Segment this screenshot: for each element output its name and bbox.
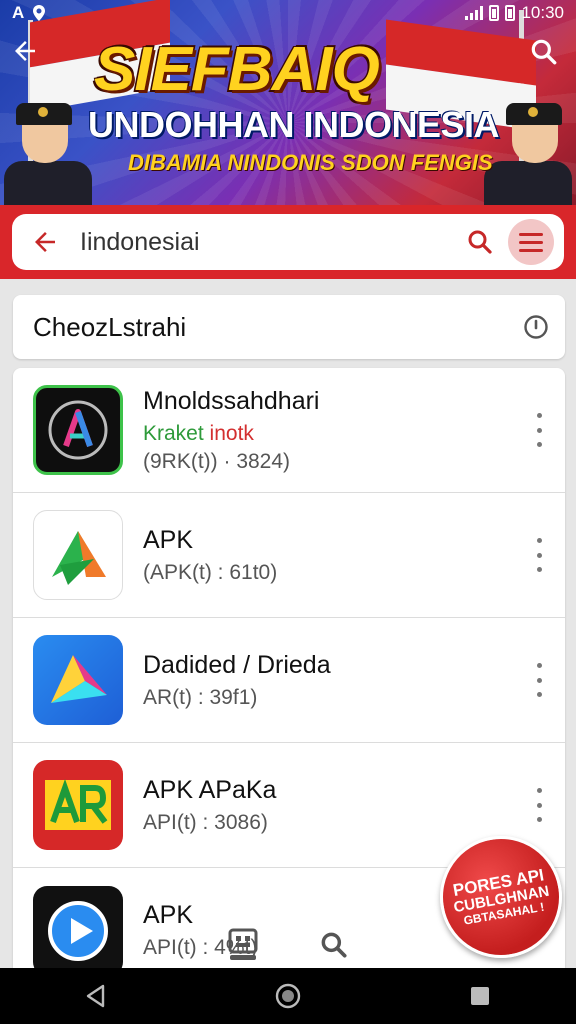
app-title: APK APaKa: [143, 775, 277, 804]
hamburger-menu-icon[interactable]: [508, 219, 554, 265]
police-figure-left: [0, 97, 96, 205]
recents-square-icon[interactable]: [458, 974, 502, 1018]
app-title: Dadided / Drieda: [143, 650, 331, 679]
info-icon[interactable]: [523, 314, 549, 340]
home-circle-icon[interactable]: [266, 974, 310, 1018]
app-a-ring-icon: [33, 385, 123, 475]
list-item[interactable]: Mnoldssahdhari Kraket inotk (9RK(t)) · 3…: [13, 368, 565, 493]
back-arrow-icon[interactable]: [8, 36, 42, 70]
signal-icon: [465, 6, 484, 20]
search-icon[interactable]: [318, 929, 350, 966]
battery-icon: [505, 5, 516, 21]
banner-subtitle: UNDOHHAN INDONESIA: [88, 104, 500, 145]
banner-tagline: DIBAMIA NINDONIS SDON FENGIS: [128, 150, 493, 175]
app-prism-icon: [33, 635, 123, 725]
search-bar: Iindonesiai: [0, 205, 576, 279]
battery-icon: [489, 5, 500, 21]
section-header: CheozLstrahi: [13, 295, 565, 359]
search-icon[interactable]: [528, 36, 562, 70]
more-options-icon[interactable]: [529, 788, 549, 822]
system-navigation-bar: [0, 968, 576, 1024]
more-options-icon[interactable]: [529, 413, 549, 447]
list-item[interactable]: Dadided / Drieda AR(t) : 39f1): [13, 618, 565, 743]
search-query[interactable]: Iindonesiai: [62, 228, 460, 257]
app-meta: API(t) : 3086): [143, 810, 268, 834]
more-options-icon[interactable]: [529, 663, 549, 697]
location-icon: [33, 5, 46, 21]
app-arrow-icon: [33, 510, 123, 600]
section-title: CheozLstrahi: [33, 311, 187, 342]
app-developer-tag: inotk: [209, 421, 254, 445]
back-arrow-icon[interactable]: [28, 225, 62, 259]
search-field[interactable]: Iindonesiai: [12, 214, 564, 270]
app-meta: AR(t) : 39f1): [143, 685, 258, 709]
app-developer: Kraket: [143, 421, 204, 445]
search-icon[interactable]: [460, 222, 500, 262]
app-title: APK: [143, 525, 194, 554]
apps-grid-icon[interactable]: [228, 928, 258, 967]
status-time: 10:30: [521, 3, 564, 22]
app-apk-logo-icon: [33, 760, 123, 850]
more-options-icon[interactable]: [529, 538, 549, 572]
back-triangle-icon[interactable]: [74, 974, 118, 1018]
promo-banner[interactable]: SIEFBAIQ UNDOHHAN INDONESIA DIBAMIA NIND…: [0, 0, 576, 205]
app-title: Mnoldssahdhari: [143, 386, 320, 415]
app-meta: (9RK(t)) · 3824): [143, 449, 291, 473]
list-item[interactable]: APK (APK(t) : 61t0): [13, 493, 565, 618]
app-meta: (APK(t) : 61t0): [143, 560, 278, 584]
status-bar: A 10:30: [0, 0, 576, 26]
a-icon: A: [12, 3, 25, 22]
banner-title: SIEFBAIQ: [94, 35, 380, 104]
